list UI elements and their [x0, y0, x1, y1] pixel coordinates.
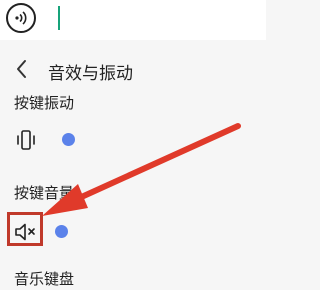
page-header: 音效与振动	[0, 52, 266, 88]
key-volume-label: 按键音量	[14, 184, 75, 202]
back-arrow-icon[interactable]	[14, 58, 30, 80]
text-cursor	[58, 6, 60, 30]
vibration-icon	[17, 130, 35, 150]
music-keyboard-label: 音乐键盘	[14, 270, 75, 288]
voice-input-icon[interactable]	[6, 3, 36, 33]
annotation-arrow	[42, 123, 241, 216]
top-input-bar	[0, 0, 266, 40]
volume-slider-thumb[interactable]	[55, 225, 68, 238]
vibration-slider-thumb[interactable]	[62, 133, 75, 146]
page-title: 音效与振动	[48, 64, 133, 84]
highlight-box	[7, 212, 43, 246]
key-vibration-label: 按键振动	[14, 94, 75, 112]
